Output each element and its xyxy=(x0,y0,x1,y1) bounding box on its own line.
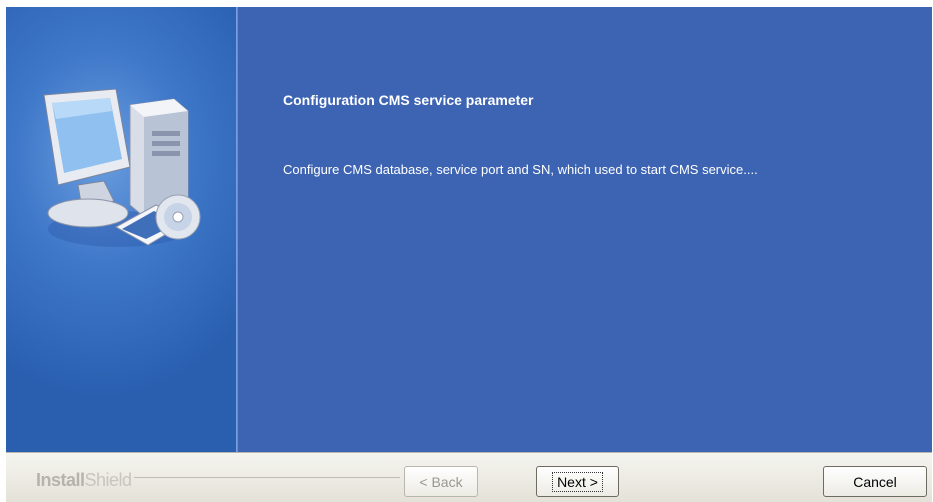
side-banner xyxy=(6,7,236,452)
cancel-button-label: Cancel xyxy=(853,473,897,490)
page-title: Configuration CMS service parameter xyxy=(283,92,534,108)
brand-part1: Install xyxy=(36,470,85,490)
content-panel: Configuration CMS service parameter Conf… xyxy=(238,7,932,452)
back-button[interactable]: < Back xyxy=(404,466,478,497)
footer-separator xyxy=(134,477,400,478)
button-bar: InstallShield < Back Next > Cancel xyxy=(6,452,932,502)
back-button-label: < Back xyxy=(419,473,463,490)
cancel-button[interactable]: Cancel xyxy=(823,466,927,497)
next-button-label: Next > xyxy=(552,471,603,492)
installer-dialog: Configuration CMS service parameter Conf… xyxy=(6,7,932,502)
brand-part2: Shield xyxy=(84,470,133,490)
installshield-logo: InstallShield xyxy=(36,470,132,491)
next-button[interactable]: Next > xyxy=(536,466,619,497)
computer-setup-icon xyxy=(38,88,213,259)
page-description: Configure CMS database, service port and… xyxy=(283,162,758,177)
